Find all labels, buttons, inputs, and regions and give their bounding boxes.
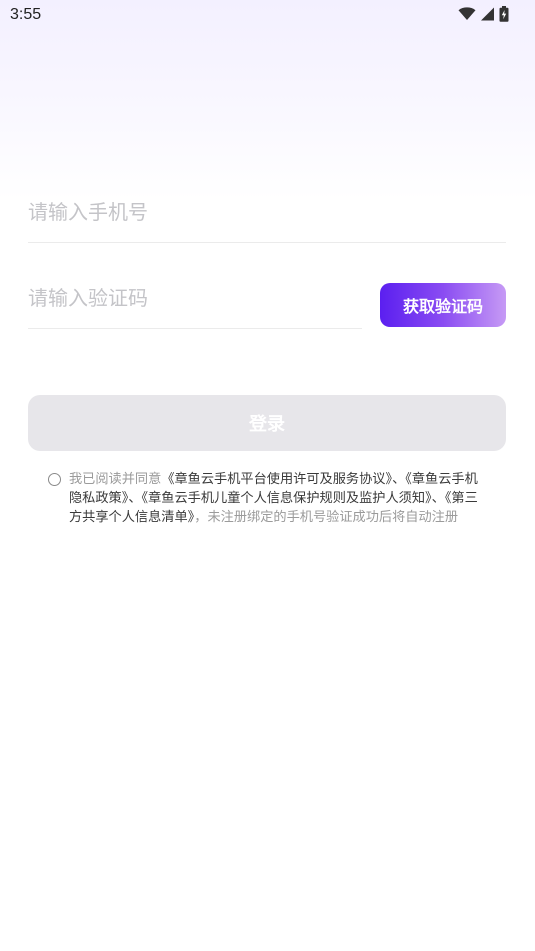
children-privacy-link[interactable]: 《章鱼云手机儿童个人信息保护规则及监护人须知》 — [142, 491, 432, 506]
agreement-prefix: 我已阅读并同意 — [69, 472, 162, 487]
service-agreement-link[interactable]: 《章鱼云手机平台使用许可及服务协议》 — [161, 472, 392, 487]
agreement-separator: 、 — [128, 491, 142, 506]
login-button[interactable]: 登录 — [28, 395, 506, 451]
cellular-signal-icon — [480, 7, 495, 21]
agreement-separator: 、 — [392, 472, 406, 487]
verification-code-input[interactable] — [28, 272, 362, 324]
battery-charging-icon — [499, 6, 509, 22]
wifi-icon — [458, 7, 476, 21]
code-field-container — [28, 272, 362, 329]
phone-field-container — [28, 186, 506, 243]
agreement-text: 我已阅读并同意《章鱼云手机平台使用许可及服务协议》、《章鱼云手机隐私政策》、《章… — [69, 470, 484, 527]
agreement-checkbox[interactable] — [48, 473, 61, 486]
agreement-suffix: ，未注册绑定的手机号验证成功后将自动注册 — [194, 510, 459, 525]
status-bar: 3:55 — [0, 0, 535, 30]
status-icons — [458, 6, 509, 22]
agreement-separator: 、 — [431, 491, 445, 506]
phone-input[interactable] — [28, 186, 506, 238]
agreement-section: 我已阅读并同意《章鱼云手机平台使用许可及服务协议》、《章鱼云手机隐私政策》、《章… — [48, 470, 488, 527]
get-verification-code-button[interactable]: 获取验证码 — [380, 283, 506, 327]
status-time: 3:55 — [10, 6, 42, 23]
